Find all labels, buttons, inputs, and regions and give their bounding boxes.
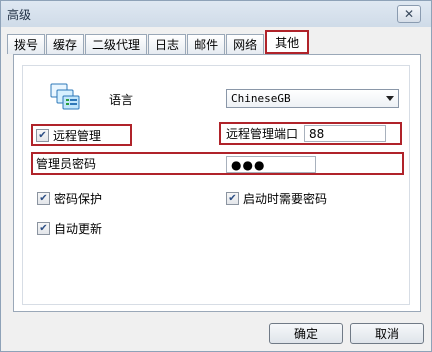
password-protection-label: 密码保护: [54, 192, 103, 206]
auto-update-label: 自动更新: [54, 222, 103, 236]
language-selected-value: ChineseGB: [231, 92, 291, 105]
auto-update-checkbox[interactable]: ✔: [37, 222, 50, 235]
tab-dialup[interactable]: 拨号: [7, 34, 46, 54]
cancel-button[interactable]: 取消: [350, 323, 424, 344]
remote-port-input[interactable]: 88: [304, 125, 387, 142]
password-protection-row: ✔ 密码保护: [37, 190, 102, 207]
startup-password-label: 启动时需要密码: [243, 192, 328, 206]
tab-secondary-proxy[interactable]: 二级代理: [85, 34, 148, 54]
language-icon: [50, 83, 80, 110]
language-select[interactable]: ChineseGB: [226, 89, 399, 108]
tab-other[interactable]: 其他: [265, 30, 310, 54]
remote-management-group: ✔ 远程管理: [31, 124, 132, 146]
admin-password-value: ●●●: [231, 157, 266, 172]
admin-password-input[interactable]: ●●●: [226, 156, 316, 173]
admin-password-group: 管理员密码 ●●●: [31, 152, 404, 175]
language-label: 语言: [109, 93, 134, 107]
chevron-down-icon: [386, 96, 394, 101]
tab-mail[interactable]: 邮件: [187, 34, 226, 54]
remote-port-label: 远程管理端口: [226, 127, 299, 141]
close-button[interactable]: ✕: [397, 5, 421, 23]
tab-bar: 拨号 缓存 二级代理 日志 邮件 网络 其他: [7, 30, 310, 54]
remote-management-label: 远程管理: [53, 128, 102, 143]
password-protection-checkbox[interactable]: ✔: [37, 192, 50, 205]
advanced-settings-dialog: 高级 ✕ 拨号 缓存 二级代理 日志 邮件 网络 其他 语言 ChineseGB…: [0, 0, 432, 352]
title-bar: 高级 ✕: [1, 1, 431, 27]
tab-cache[interactable]: 缓存: [46, 34, 85, 54]
close-icon: ✕: [403, 7, 415, 21]
window-title: 高级: [7, 8, 32, 22]
tab-log[interactable]: 日志: [148, 34, 187, 54]
auto-update-row: ✔ 自动更新: [37, 220, 102, 237]
tab-network[interactable]: 网络: [226, 34, 265, 54]
remote-port-value: 88: [309, 126, 325, 141]
admin-password-label: 管理员密码: [36, 157, 97, 171]
remote-management-checkbox[interactable]: ✔: [36, 128, 49, 142]
startup-password-row: ✔ 启动时需要密码: [226, 190, 327, 207]
startup-password-checkbox[interactable]: ✔: [226, 192, 239, 205]
remote-port-group: 远程管理端口 88: [219, 122, 402, 145]
ok-button[interactable]: 确定: [269, 323, 343, 344]
